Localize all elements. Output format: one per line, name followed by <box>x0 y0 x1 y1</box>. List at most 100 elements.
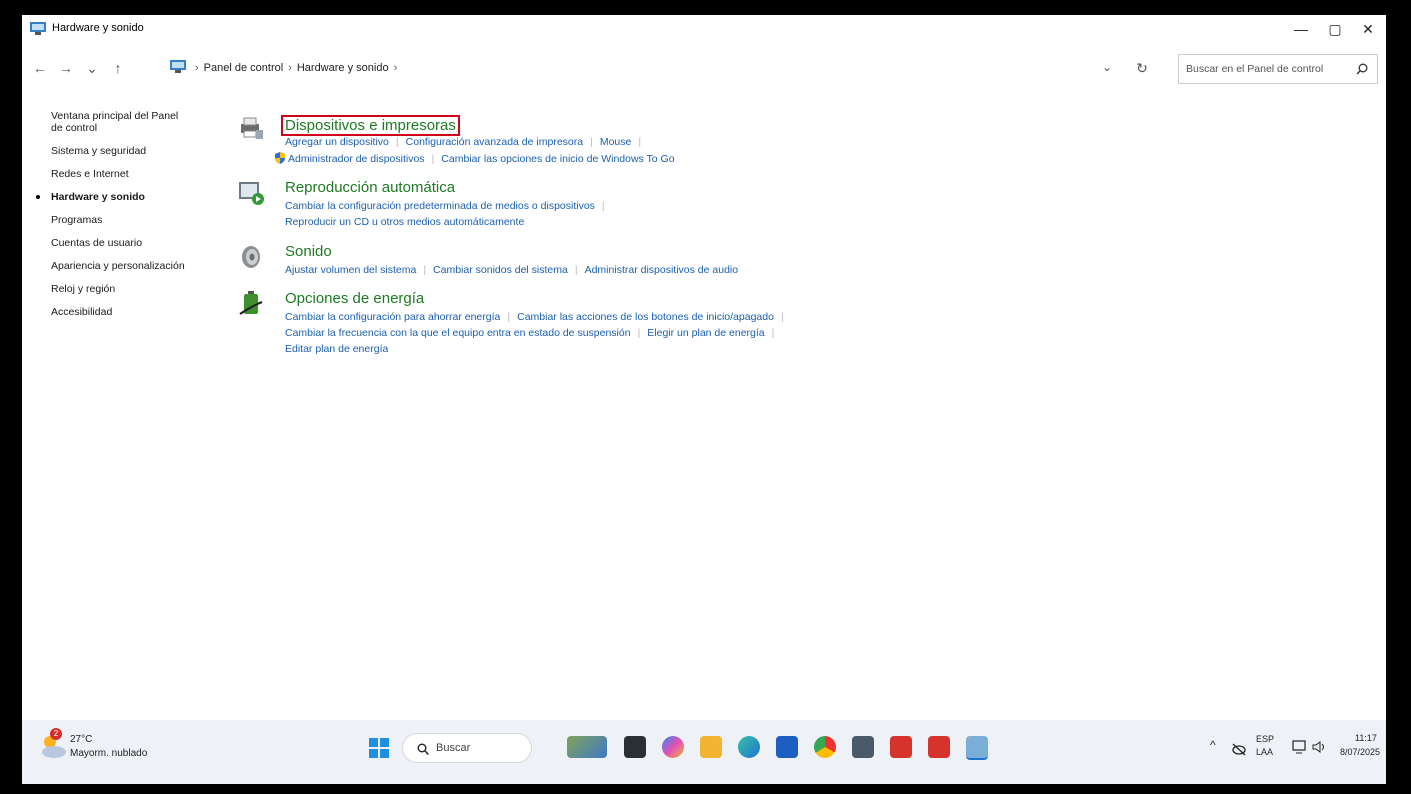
link-mouse[interactable]: Mouse <box>600 136 632 148</box>
separator: | <box>638 136 642 148</box>
link-choose-power-plan[interactable]: Elegir un plan de energía <box>647 327 764 339</box>
sidebar-item-system-security[interactable]: Sistema y seguridad <box>51 145 221 157</box>
separator: | <box>395 136 399 148</box>
maximize-button[interactable]: ▢ <box>1319 18 1351 40</box>
address-dropdown-button[interactable]: ⌄ <box>1097 60 1117 74</box>
network-icon[interactable] <box>1292 740 1308 754</box>
separator: | <box>574 264 578 276</box>
autoplay-icon <box>239 182 264 205</box>
minimize-button[interactable]: — <box>1285 18 1317 40</box>
breadcrumb[interactable]: › Panel de control › Hardware y sonido › <box>170 60 402 74</box>
weather-temperature: 27°C <box>70 734 93 745</box>
copilot-icon[interactable] <box>662 736 684 758</box>
link-row: Ajustar volumen del sistema | Cambiar soni… <box>285 264 738 276</box>
remote-desktop-icon[interactable] <box>928 736 950 758</box>
refresh-button[interactable]: ↻ <box>1132 60 1152 77</box>
separator: | <box>431 153 435 165</box>
link-change-sounds[interactable]: Cambiar sonidos del sistema <box>433 264 568 276</box>
link-device-manager[interactable]: Administrador de dispositivos <box>288 153 425 165</box>
link-change-default-media[interactable]: Cambiar la configuración predeterminada … <box>285 200 595 212</box>
battery-icon <box>239 291 263 315</box>
clock-time[interactable]: 11:17 <box>1355 733 1377 743</box>
task-view-icon[interactable] <box>624 736 646 758</box>
link-windows-to-go[interactable]: Cambiar las opciones de inicio de Window… <box>441 153 674 165</box>
link-edit-power-plan[interactable]: Editar plan de energía <box>285 343 388 355</box>
sidebar-item-network[interactable]: Redes e Internet <box>51 168 221 180</box>
back-button[interactable]: ← <box>30 60 50 76</box>
title-bar: Hardware y sonido — ▢ ✕ <box>22 15 1386 43</box>
volume-icon[interactable] <box>1312 740 1328 754</box>
link-sleep-frequency[interactable]: Cambiar la frecuencia con la que el equi… <box>285 327 631 339</box>
up-button[interactable]: ↑ <box>108 60 128 76</box>
separator: | <box>780 311 784 323</box>
control-panel-window: Hardware y sonido — ▢ ✕ ← → ⌄ ↑ › Panel d… <box>22 15 1386 720</box>
link-row: Reproducir un CD u otros medios automáti… <box>285 216 524 228</box>
weather-description: Mayorm. nublado <box>70 748 148 759</box>
category-title-sound[interactable]: Sonido <box>285 243 332 260</box>
sidebar-item-clock-region[interactable]: Reloj y región <box>51 283 221 295</box>
link-row: Cambiar la configuración para ahorrar en… <box>285 311 791 323</box>
category-title-power-options[interactable]: Opciones de energía <box>285 290 424 307</box>
sidebar-item-appearance[interactable]: Apariencia y personalización <box>51 260 221 272</box>
link-adjust-volume[interactable]: Ajustar volumen del sistema <box>285 264 416 276</box>
sidebar-nav: Ventana principal del Panel de control S… <box>36 110 221 329</box>
printer-icon <box>241 117 263 139</box>
breadcrumb-separator[interactable]: › <box>394 62 398 74</box>
recent-locations-button[interactable]: ⌄ <box>82 60 102 77</box>
breadcrumb-separator: › <box>195 62 199 74</box>
link-row: Cambiar la frecuencia con la que el equi… <box>285 327 781 339</box>
search-placeholder: Buscar en el Panel de control <box>1186 63 1324 75</box>
category-title-devices-printers[interactable]: Dispositivos e impresoras <box>281 115 460 136</box>
edge-icon[interactable] <box>738 736 760 758</box>
link-power-saving[interactable]: Cambiar la configuración para ahorrar en… <box>285 311 500 323</box>
show-hidden-icons-button[interactable]: ^ <box>1210 738 1216 752</box>
control-panel-icon <box>30 22 46 35</box>
sidebar-item-hardware-sound: Hardware y sonido <box>36 191 221 203</box>
speaker-icon <box>242 246 260 268</box>
language-indicator[interactable]: ESP <box>1256 734 1274 744</box>
weather-badge: 2 <box>50 728 62 740</box>
separator: | <box>507 311 511 323</box>
control-panel-taskbar-icon[interactable] <box>966 736 988 760</box>
search-input[interactable]: Buscar en el Panel de control <box>1178 54 1378 84</box>
sidebar-item-accessibility[interactable]: Accesibilidad <box>51 306 221 318</box>
separator: | <box>590 136 593 148</box>
link-row: Administrador de dispositivos | Cambiar la… <box>274 152 675 165</box>
separator: | <box>601 200 605 212</box>
separator: | <box>771 327 775 339</box>
sidebar-item-programs[interactable]: Programas <box>51 214 221 226</box>
link-row: Editar plan de energía <box>285 343 388 355</box>
address-bar-row: ← → ⌄ ↑ › Panel de control › Hardware y son… <box>22 51 1386 85</box>
store-icon[interactable] <box>776 736 798 758</box>
separator: | <box>637 327 641 339</box>
start-button[interactable] <box>369 738 389 758</box>
forward-button[interactable]: → <box>56 60 76 76</box>
taskbar-search[interactable]: Buscar <box>402 733 532 763</box>
cloud-sync-icon[interactable] <box>1232 742 1246 756</box>
chrome-icon[interactable] <box>814 736 836 758</box>
landscape-app-icon[interactable] <box>567 736 607 758</box>
link-play-cd[interactable]: Reproducir un CD u otros medios automáti… <box>285 216 524 228</box>
language-layout[interactable]: LAA <box>1256 747 1273 757</box>
taskbar-search-label: Buscar <box>436 742 471 754</box>
remote-desktop-icon[interactable] <box>890 736 912 758</box>
sidebar-item-user-accounts[interactable]: Cuentas de usuario <box>51 237 221 249</box>
link-add-device[interactable]: Agregar un dispositivo <box>285 136 389 148</box>
link-row: Cambiar la configuración predeterminada … <box>285 200 612 212</box>
separator: | <box>423 264 427 276</box>
breadcrumb-separator: › <box>288 62 292 74</box>
category-title-autoplay[interactable]: Reproducción automática <box>285 179 455 196</box>
search-icon <box>417 743 429 755</box>
sidebar-item-control-panel-home[interactable]: Ventana principal del Panel de control <box>51 110 191 134</box>
file-explorer-icon[interactable] <box>700 736 722 758</box>
search-icon <box>1356 63 1368 75</box>
breadcrumb-hardware-sound[interactable]: Hardware y sonido <box>297 62 389 74</box>
breadcrumb-control-panel[interactable]: Panel de control <box>204 62 284 74</box>
link-manage-audio-devices[interactable]: Administrar dispositivos de audio <box>585 264 739 276</box>
clock-date[interactable]: 8/07/2025 <box>1340 747 1380 757</box>
calculator-icon[interactable] <box>852 736 874 758</box>
link-power-buttons[interactable]: Cambiar las acciones de los botones de i… <box>517 311 774 323</box>
close-button[interactable]: ✕ <box>1352 18 1384 40</box>
link-advanced-printer-config[interactable]: Configuración avanzada de impresora <box>406 136 583 148</box>
uac-shield-icon <box>275 152 285 164</box>
